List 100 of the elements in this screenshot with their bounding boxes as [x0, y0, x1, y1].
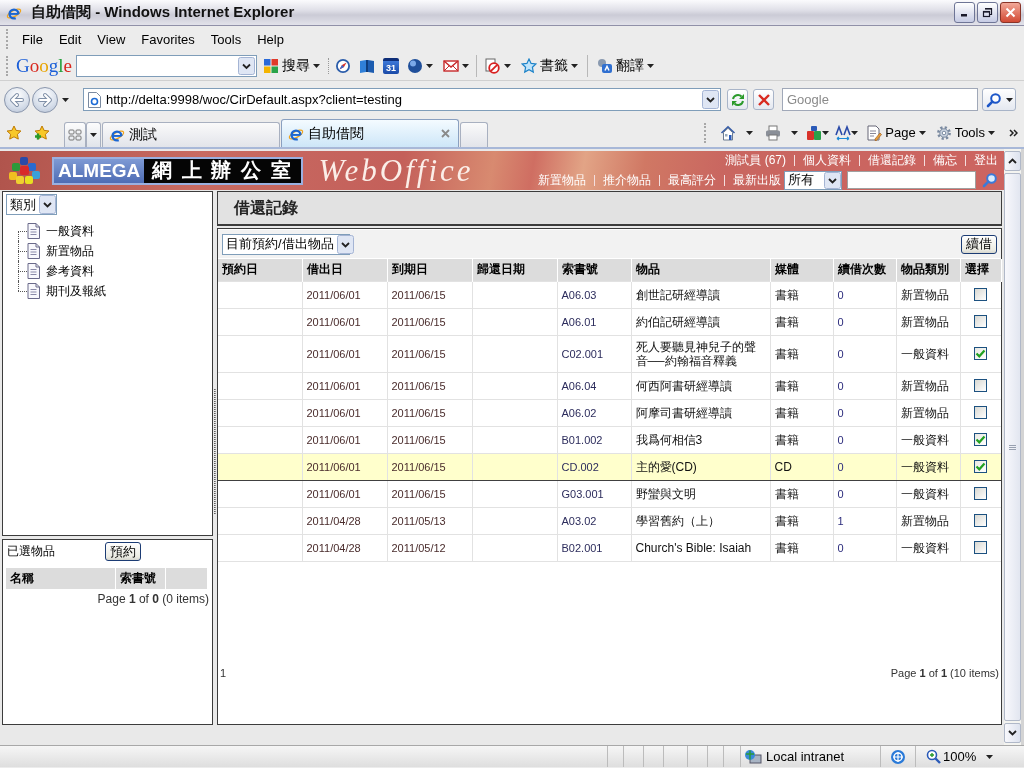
caret-icon[interactable]: [503, 64, 511, 68]
header-link[interactable]: 個人資料: [803, 151, 851, 169]
header-link[interactable]: 備忘: [933, 151, 957, 169]
checkbox[interactable]: [974, 315, 988, 328]
checkbox[interactable]: [974, 487, 988, 500]
page-menu-button[interactable]: Page: [864, 120, 928, 145]
caret-icon[interactable]: [646, 64, 654, 68]
scroll-down-button[interactable]: [1004, 723, 1021, 743]
book-icon[interactable]: [358, 58, 375, 74]
refresh-button[interactable]: [727, 89, 748, 110]
category-select[interactable]: 類別: [6, 194, 57, 215]
header-link[interactable]: 登出: [974, 151, 998, 169]
search-button[interactable]: [982, 88, 1016, 111]
splitter-handle[interactable]: [214, 388, 216, 514]
close-button[interactable]: [1000, 2, 1021, 23]
header-link[interactable]: 借還記錄: [868, 151, 916, 169]
house-icon[interactable]: [720, 124, 737, 141]
minimize-button[interactable]: [954, 2, 975, 23]
search-icon[interactable]: [982, 172, 998, 188]
tree-item[interactable]: 新置物品: [46, 242, 94, 260]
caret-icon[interactable]: [570, 64, 578, 68]
browser-tab[interactable]: 自助借閱: [281, 119, 459, 147]
checkbox[interactable]: [974, 514, 988, 527]
globe-icon[interactable]: [406, 58, 423, 74]
toolbar-search-field[interactable]: [75, 55, 257, 77]
scroll-up-button[interactable]: [1004, 151, 1021, 171]
translate-button[interactable]: 翻譯: [594, 54, 656, 78]
calendar-icon[interactable]: 31: [382, 58, 399, 74]
table-row[interactable]: 2011/06/01 2011/06/15 CD.002 主的愛(CD) CD 0 一般資料: [218, 453, 1001, 480]
zoom-button[interactable]: 100%: [926, 749, 977, 764]
double-chevron-icon[interactable]: [1009, 128, 1018, 137]
caret-icon[interactable]: [425, 64, 433, 68]
renew-button[interactable]: 續借: [961, 234, 997, 254]
back-button[interactable]: [4, 86, 30, 113]
header-link[interactable]: 測試員 (67): [725, 151, 786, 169]
search-button[interactable]: 搜尋: [260, 54, 322, 78]
search-field[interactable]: Google: [782, 88, 978, 111]
table-row[interactable]: 2011/06/01 2011/06/15 A06.04 何西阿書研經導讀 書籍 0 新置物品: [218, 372, 1001, 399]
scope-select[interactable]: 所有: [784, 170, 842, 190]
caret-icon[interactable]: [986, 754, 994, 759]
caret-icon[interactable]: [918, 130, 926, 135]
header-link[interactable]: 最高評分: [668, 171, 716, 189]
blocked-page-icon[interactable]: [483, 58, 500, 74]
table-row[interactable]: 2011/04/28 2011/05/13 A03.02 學習舊約（上） 書籍 1 新置物品: [218, 507, 1001, 534]
browser-tab[interactable]: 測試: [102, 122, 280, 147]
reserve-button[interactable]: 預約: [105, 542, 141, 561]
menu-item[interactable]: File: [14, 29, 51, 49]
tab-list-button[interactable]: [86, 122, 101, 147]
checkbox[interactable]: [974, 379, 988, 392]
compass-icon[interactable]: [334, 58, 351, 74]
caret-icon[interactable]: [461, 64, 469, 68]
address-field[interactable]: http://delta:9998/woc/CirDefault.aspx?client=testing: [83, 88, 721, 111]
table-row[interactable]: 2011/06/01 2011/06/15 G03.001 野蠻與文明 書籍 0 一般資料: [218, 480, 1001, 507]
star-plus-icon[interactable]: [34, 124, 50, 141]
menu-item[interactable]: Help: [249, 29, 292, 49]
checkbox[interactable]: [974, 288, 988, 301]
table-row[interactable]: 2011/06/01 2011/06/15 A06.02 阿摩司書研經導讀 書籍 0 新置物品: [218, 399, 1001, 426]
table-row[interactable]: 2011/04/28 2011/05/12 B02.001 Church's Bible: Isaiah 書籍 0 一般資料: [218, 534, 1001, 561]
menu-item[interactable]: Edit: [50, 29, 90, 49]
restore-button[interactable]: [977, 2, 998, 23]
menu-item[interactable]: View: [89, 29, 134, 49]
checkbox[interactable]: [974, 433, 988, 446]
caret-icon[interactable]: [312, 64, 320, 68]
table-cell: 書籍: [770, 426, 833, 453]
menu-item[interactable]: Tools: [202, 29, 250, 49]
checkbox[interactable]: [974, 460, 988, 473]
table-row[interactable]: 2011/06/01 2011/06/15 B01.002 我爲何相信3 書籍 0 一般資料: [218, 426, 1001, 453]
menu-item[interactable]: Favorites: [133, 29, 203, 49]
tree-item[interactable]: 一般資料: [46, 222, 94, 240]
table-cell: 2011/06/15: [387, 281, 472, 308]
caret-icon[interactable]: [791, 130, 799, 135]
page-number-link[interactable]: 1: [220, 667, 227, 679]
caret-icon[interactable]: [1006, 97, 1013, 102]
caret-icon[interactable]: [988, 130, 995, 135]
checkbox[interactable]: [974, 541, 988, 554]
tools-menu-button[interactable]: Tools: [933, 120, 997, 145]
checkbox[interactable]: [974, 406, 988, 419]
table-row[interactable]: 2011/06/01 2011/06/15 A06.03 創世記研經導讀 書籍 0 新置物品: [218, 281, 1001, 308]
protected-mode-icon[interactable]: [890, 748, 906, 765]
table-row[interactable]: 2011/06/01 2011/06/15 C02.001 死人要聽見神兒子的聲音──約翰福音釋義 書籍 0 一般資料: [218, 335, 1001, 372]
tree-item[interactable]: 期刊及報紙: [46, 282, 106, 300]
table-cell: C02.001: [557, 335, 631, 372]
caret-icon[interactable]: [62, 97, 69, 102]
envelope-icon[interactable]: [442, 58, 459, 74]
search-field[interactable]: [847, 171, 976, 189]
header-link[interactable]: 最新出版: [733, 171, 781, 189]
stop-button[interactable]: [753, 89, 774, 110]
checkbox[interactable]: [974, 347, 988, 360]
bookmarks-button[interactable]: 書籤: [518, 54, 580, 78]
caret-icon[interactable]: [851, 130, 859, 135]
table-row[interactable]: 2011/06/01 2011/06/15 A06.01 約伯記研經導讀 書籍 0 新置物品: [218, 308, 1001, 335]
star-icon[interactable]: [6, 124, 22, 141]
caret-icon[interactable]: [746, 130, 754, 135]
printer-icon[interactable]: [765, 124, 782, 141]
document-icon: [27, 243, 40, 259]
font-size-icon[interactable]: [835, 124, 852, 141]
translate-icon[interactable]: [806, 124, 823, 141]
tree-item[interactable]: 參考資料: [46, 262, 94, 280]
caret-icon[interactable]: [822, 130, 830, 135]
close-icon[interactable]: [441, 129, 450, 138]
